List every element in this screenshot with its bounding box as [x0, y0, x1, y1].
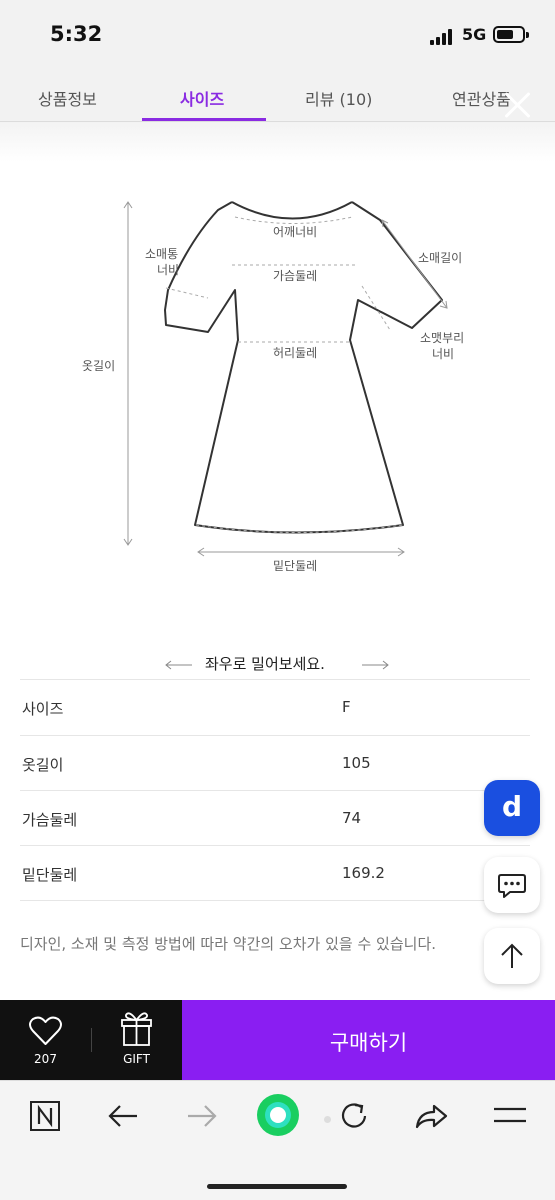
back-arrow-icon[interactable] [104, 1095, 144, 1135]
status-bar: 5:32 5G [0, 0, 555, 72]
d-app-button[interactable]: d [484, 780, 540, 836]
row-label: 사이즈 [22, 700, 64, 718]
reload-icon[interactable] [334, 1095, 374, 1135]
label-length: 옷길이 [82, 359, 116, 373]
fade-band [0, 122, 555, 162]
tab-product-info[interactable]: 상품정보 [38, 86, 97, 110]
row-value: 169.2 [342, 864, 385, 882]
naver-n-icon[interactable] [26, 1095, 66, 1135]
battery-icon [493, 26, 529, 43]
divider [91, 1028, 92, 1052]
gift-label: GIFT [123, 1052, 150, 1066]
heart-icon [29, 1016, 62, 1045]
network-type: 5G [462, 25, 487, 44]
label-hem: 밑단둘레 [273, 559, 318, 573]
label-waist: 허리둘레 [273, 346, 318, 360]
menu-icon[interactable] [490, 1095, 530, 1135]
home-indicator [207, 1184, 347, 1189]
row-label: 밑단둘레 [22, 866, 78, 884]
browser-toolbar [0, 1080, 555, 1200]
active-tab-indicator [142, 118, 266, 121]
row-label: 가슴둘레 [22, 811, 78, 829]
chat-icon [498, 874, 526, 898]
size-diagram: 어깨너비 가슴둘레 허리둘레 밑단둘레 옷길이 소매통 너비 소매길이 소맷부리… [60, 180, 500, 590]
table-row: 사이즈 F [20, 679, 530, 735]
tab-bar: 상품정보 사이즈 리뷰 (10) 연관상품 [0, 72, 555, 122]
close-icon[interactable] [503, 90, 533, 120]
label-shoulder: 어깨너비 [273, 225, 318, 239]
like-count: 207 [34, 1052, 57, 1066]
signal-icon [430, 29, 456, 45]
row-label: 옷길이 [22, 756, 64, 774]
label-sleeve-width-1: 소매통 [145, 247, 179, 261]
row-value: F [342, 698, 351, 716]
scroll-top-button[interactable] [484, 928, 540, 984]
gift-button[interactable]: GIFT [91, 1000, 182, 1080]
green-circle-icon[interactable] [254, 1091, 302, 1139]
measurement-note: 디자인, 소재 및 측정 방법에 따라 약간의 오차가 있을 수 있습니다. [20, 935, 437, 953]
dot-indicator [324, 1116, 331, 1123]
chat-button[interactable] [484, 857, 540, 913]
label-cuff-2: 너비 [432, 347, 455, 361]
swipe-hint-text: 좌우로 밀어보세요. [205, 655, 325, 673]
forward-arrow-icon[interactable] [182, 1095, 222, 1135]
buy-label: 구매하기 [329, 1031, 408, 1055]
buy-button[interactable]: 구매하기 [182, 1000, 555, 1080]
d-app-label: d [501, 790, 523, 823]
dress-illustration [123, 201, 448, 557]
label-chest: 가슴둘레 [273, 269, 318, 283]
tab-reviews[interactable]: 리뷰 (10) [305, 86, 372, 110]
label-cuff-1: 소맷부리 [420, 331, 465, 345]
row-value: 74 [342, 809, 362, 827]
gift-icon [121, 1012, 152, 1046]
tab-size[interactable]: 사이즈 [180, 86, 224, 110]
label-sleeve-width-2: 너비 [157, 263, 180, 277]
label-sleeve-length: 소매길이 [418, 251, 463, 265]
swipe-hint: 좌우로 밀어보세요. [160, 653, 400, 677]
like-button[interactable]: 207 [0, 1000, 91, 1080]
share-icon[interactable] [412, 1095, 452, 1135]
status-time: 5:32 [50, 22, 103, 46]
purchase-bar: 207 GIFT 구매하기 [0, 1000, 555, 1080]
table-row: 밑단둘레 169.2 [20, 845, 530, 901]
row-value: 105 [342, 754, 371, 772]
arrow-up-icon [501, 943, 523, 968]
table-row: 가슴둘레 74 [20, 790, 530, 846]
table-row: 옷길이 105 [20, 735, 530, 791]
